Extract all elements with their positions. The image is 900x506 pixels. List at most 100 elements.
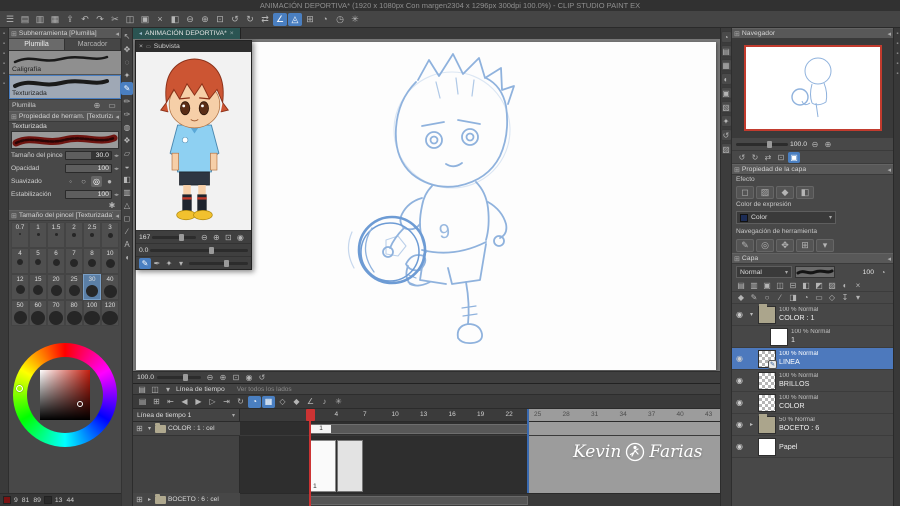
navigator-zoom-slider[interactable] <box>736 140 788 148</box>
new-canvas-icon[interactable]: ▤ <box>18 13 32 26</box>
cut-icon[interactable]: ✂ <box>108 13 122 26</box>
layer-thumbnail-checker[interactable] <box>758 371 776 390</box>
toolnav-pen-icon[interactable]: ✎ <box>736 238 754 252</box>
cel-thumbnail-1[interactable]: 1 <box>310 440 336 492</box>
value-stepper-icon[interactable]: ◂▸ <box>114 192 119 198</box>
panel-menu-icon[interactable]: ⊞ <box>734 166 740 174</box>
frame-number-22[interactable]: 22 <box>506 411 513 418</box>
zoom-in-icon[interactable]: ⊕ <box>198 13 212 26</box>
visibility-eye-icon[interactable]: ◉ <box>734 310 745 319</box>
frame-number-28[interactable]: 28 <box>563 411 570 418</box>
item-bank-tab-icon[interactable]: ▧ <box>720 101 732 113</box>
tab-close-icon[interactable]: × <box>230 30 234 37</box>
undo-icon[interactable]: ↶ <box>78 13 92 26</box>
toolnav-move-icon[interactable]: ✥ <box>776 238 794 252</box>
border-effect-icon[interactable]: ◻ <box>736 186 754 199</box>
redo-icon[interactable]: ↷ <box>93 13 107 26</box>
timeline-settings-icon[interactable]: ✳ <box>332 396 345 408</box>
set-as-reference-icon[interactable]: ◆ <box>735 292 747 303</box>
brush-size-2.5[interactable]: 2.5 <box>83 222 101 248</box>
frame-border-tool-icon[interactable]: ◻ <box>121 212 133 225</box>
open-file-icon[interactable]: ▥ <box>33 13 47 26</box>
layer-mask-icon[interactable]: ○ <box>761 292 773 303</box>
rotate-ccw-icon[interactable]: ↺ <box>228 13 242 26</box>
lock-layer-icon[interactable]: ◩ <box>813 280 825 291</box>
extract-line-effect-icon[interactable]: ◧ <box>796 186 814 199</box>
lock-transparent-icon[interactable]: ▨ <box>826 280 838 291</box>
timeline-toggle-icon[interactable]: ◷ <box>333 13 347 26</box>
text-tool-icon[interactable]: A <box>121 238 133 251</box>
tl-list-icon[interactable]: ◫ <box>149 384 161 395</box>
track-content-area[interactable]: 1 1 <box>240 422 720 506</box>
sv-eyedropper-icon[interactable]: ✒ <box>151 258 163 269</box>
palette-menu-icon[interactable]: ▾ <box>852 292 864 303</box>
add-keyframe-icon[interactable]: ◆ <box>290 396 303 408</box>
track-collapse-icon[interactable]: ▾ <box>146 425 153 432</box>
layer-onion-icon[interactable]: ◔ <box>800 292 812 303</box>
tl-options-icon[interactable]: ▾ <box>162 384 174 395</box>
next-frame-icon[interactable]: ▷ <box>206 396 219 408</box>
strip-5-icon[interactable]: ▪ <box>1 71 8 78</box>
frame-number-16[interactable]: 16 <box>449 411 456 418</box>
brush-size-12[interactable]: 12 <box>11 274 29 300</box>
cel-span-bar[interactable]: 1 <box>310 424 528 434</box>
brush-size-8[interactable]: 8 <box>83 248 101 274</box>
enable-mask-icon[interactable]: ◐ <box>839 280 851 291</box>
palette-option-2-icon[interactable]: ◇ <box>826 292 838 303</box>
brush-size-30[interactable]: 30 <box>83 274 101 300</box>
collapse-arrow-icon[interactable]: ▾ <box>748 311 755 318</box>
status-zoom-out-icon[interactable]: ⊖ <box>204 372 216 383</box>
layer-thumbnail-folder[interactable] <box>758 304 776 324</box>
sv-pen-icon[interactable]: ✎ <box>139 257 151 269</box>
visibility-eye-icon[interactable]: ◉ <box>734 442 745 451</box>
main-color-swatch[interactable] <box>3 496 11 504</box>
expression-color-dropdown[interactable]: Color ▾ <box>736 211 836 224</box>
brush-size-20[interactable]: 20 <box>47 274 65 300</box>
frame-number-13[interactable]: 13 <box>420 411 427 418</box>
boceto-track-row[interactable] <box>240 493 720 506</box>
visibility-eye-icon[interactable]: ◉ <box>734 420 745 429</box>
brush-size-7[interactable]: 7 <box>65 248 83 274</box>
subview-titlebar[interactable]: × ▭ Subvista <box>136 41 251 52</box>
edge-3-icon[interactable]: ▪ <box>894 51 900 58</box>
brush-size-80[interactable]: 80 <box>65 300 83 326</box>
wrench-icon[interactable]: ✱ <box>106 200 118 211</box>
panel-menu-icon[interactable]: ⊞ <box>734 30 740 38</box>
frame-number-43[interactable]: 43 <box>705 411 712 418</box>
timeline-track-color[interactable]: ⊞ ▾ COLOR : 1 : cel <box>133 422 240 436</box>
operation-tool-icon[interactable]: ↖ <box>121 30 133 43</box>
brush-size-50[interactable]: 50 <box>11 300 29 326</box>
blend-tool-icon[interactable]: ◒ <box>121 160 133 173</box>
toolnav-zoom-icon[interactable]: ◎ <box>756 238 774 252</box>
color-set-tab-icon[interactable]: ▦ <box>720 59 732 71</box>
param-slider[interactable]: 30.0 <box>65 151 112 160</box>
nav-rotate-cw-icon[interactable]: ↻ <box>749 152 761 163</box>
nav-rotate-ccw-icon[interactable]: ↺ <box>736 152 748 163</box>
sound-icon[interactable]: ♪ <box>318 396 331 408</box>
brush-size-5[interactable]: 5 <box>29 248 47 274</box>
selection-tool-icon[interactable]: ◌ <box>121 56 133 69</box>
panel-menu-icon[interactable]: ⊞ <box>11 212 17 220</box>
illustration-tab-icon[interactable]: ✦ <box>720 115 732 127</box>
brush-size-120[interactable]: 120 <box>101 300 119 326</box>
clip-at-layer-icon[interactable]: ◧ <box>800 280 812 291</box>
move-tool-icon[interactable]: ✥ <box>121 43 133 56</box>
color-track-row[interactable]: 1 <box>240 422 720 436</box>
balloon-tool-icon[interactable]: ◖ <box>121 251 133 264</box>
sv-pin-icon[interactable]: ✦ <box>163 258 175 269</box>
document-tab[interactable]: ◂ ANIMACIÓN DEPORTIVA* × <box>133 28 241 39</box>
panel-collapse-icon[interactable]: ◂ <box>887 30 891 38</box>
brush-size-0.7[interactable]: 0.7 <box>11 222 29 248</box>
panel-collapse-icon[interactable]: ◂ <box>115 30 119 38</box>
new-cel-icon[interactable]: ⊞ <box>150 396 163 408</box>
layer-thumbnail-folder[interactable] <box>758 414 776 434</box>
subtool-item-caligrafía[interactable]: Caligrafía <box>9 51 121 75</box>
brush-size-40[interactable]: 40 <box>101 274 119 300</box>
visibility-eye-icon[interactable]: ◉ <box>734 376 745 385</box>
panel-collapse-icon[interactable]: ◂ <box>115 212 119 220</box>
snap-ruler-icon[interactable]: ∠ <box>273 12 287 26</box>
layer-color-effect-icon[interactable]: ◆ <box>776 186 794 199</box>
strip-1-icon[interactable]: ▪ <box>1 31 8 38</box>
prev-frame-icon[interactable]: ◀ <box>178 396 191 408</box>
cel-menu-icon[interactable]: ▤ <box>136 396 149 408</box>
